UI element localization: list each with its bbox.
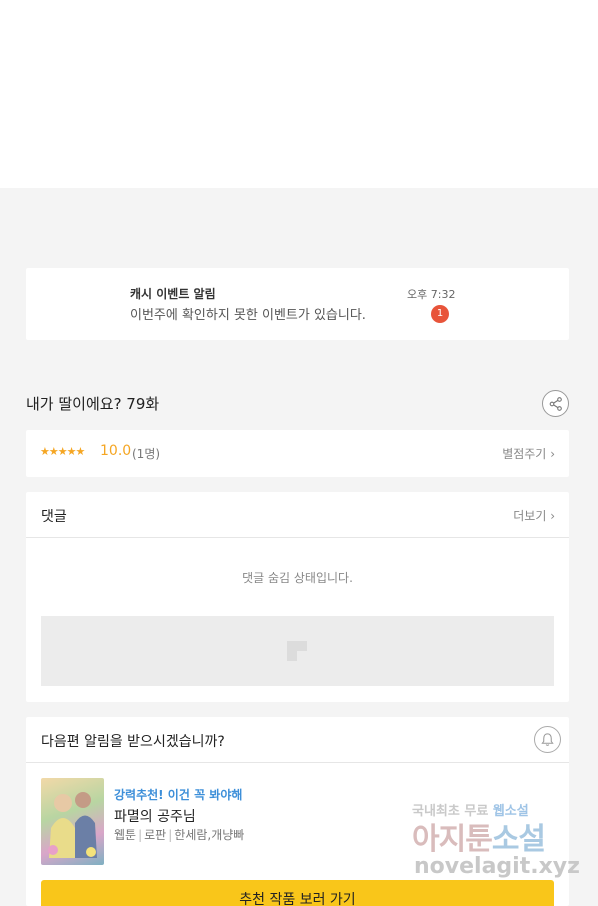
notification-badge: 1 bbox=[431, 305, 449, 323]
comments-more-label: 더보기 bbox=[513, 509, 547, 523]
rating-card: ★★★★★ 10.0 (1명) 별점주기 › bbox=[26, 430, 569, 477]
image-placeholder-icon bbox=[287, 641, 307, 661]
top-blank-area bbox=[0, 0, 598, 188]
next-episode-section: 다음편 알림을 받으시겠습니까? 강력추천! 이건 꼭 봐야해 파멸의 공주님 … bbox=[26, 717, 569, 906]
comments-label: 댓글 bbox=[41, 509, 67, 525]
share-icon bbox=[549, 396, 562, 411]
recommended-work-title[interactable]: 파멸의 공주님 bbox=[114, 806, 196, 826]
see-recommended-button[interactable]: 추천 작품 보러 가기 bbox=[41, 880, 554, 906]
thumbnail-art bbox=[48, 792, 97, 858]
bell-icon bbox=[541, 733, 554, 746]
rating-count: (1명) bbox=[132, 447, 161, 461]
genre-tag: 웹툰 bbox=[114, 828, 137, 842]
chevron-right-icon: › bbox=[550, 509, 555, 523]
notification-time: 오후 7:32 bbox=[407, 288, 456, 301]
promo-label: 강력추천! 이건 꼭 봐야해 bbox=[114, 788, 243, 802]
comments-hidden-message: 댓글 숨김 상태입니다. bbox=[242, 571, 353, 585]
notify-bell-button[interactable] bbox=[534, 726, 561, 753]
recommended-work-meta: 웹툰 | 로판 | 한세람,개냥빠 bbox=[114, 828, 245, 842]
next-episode-header: 다음편 알림을 받으시겠습니까? bbox=[26, 717, 569, 763]
give-rating-button[interactable]: 별점주기 › bbox=[502, 445, 555, 462]
rating-score: 10.0 bbox=[100, 443, 132, 459]
next-episode-question: 다음편 알림을 받으시겠습니까? bbox=[41, 734, 225, 750]
comments-header: 댓글 더보기 › bbox=[26, 492, 569, 538]
comments-section: 댓글 더보기 › 댓글 숨김 상태입니다. bbox=[26, 492, 569, 702]
notification-message: 이번주에 확인하지 못한 이벤트가 있습니다. bbox=[130, 308, 366, 323]
category-tag: 로판 bbox=[144, 828, 167, 842]
notification-title: 캐시 이벤트 알림 bbox=[130, 287, 216, 301]
chevron-right-icon: › bbox=[550, 447, 555, 461]
share-button[interactable] bbox=[542, 390, 569, 417]
event-notification-card[interactable]: 캐시 이벤트 알림 이번주에 확인하지 못한 이벤트가 있습니다. 오후 7:3… bbox=[26, 268, 569, 340]
author-names: 한세람,개냥빠 bbox=[174, 828, 245, 842]
comments-more-button[interactable]: 더보기 › bbox=[513, 507, 555, 524]
give-rating-label: 별점주기 bbox=[502, 447, 547, 461]
episode-title: 내가 딸이에요? 79화 bbox=[26, 395, 160, 413]
ad-placeholder bbox=[41, 616, 554, 686]
recommended-work-thumbnail[interactable] bbox=[41, 778, 104, 865]
rating-stars: ★★★★★ bbox=[40, 445, 85, 458]
